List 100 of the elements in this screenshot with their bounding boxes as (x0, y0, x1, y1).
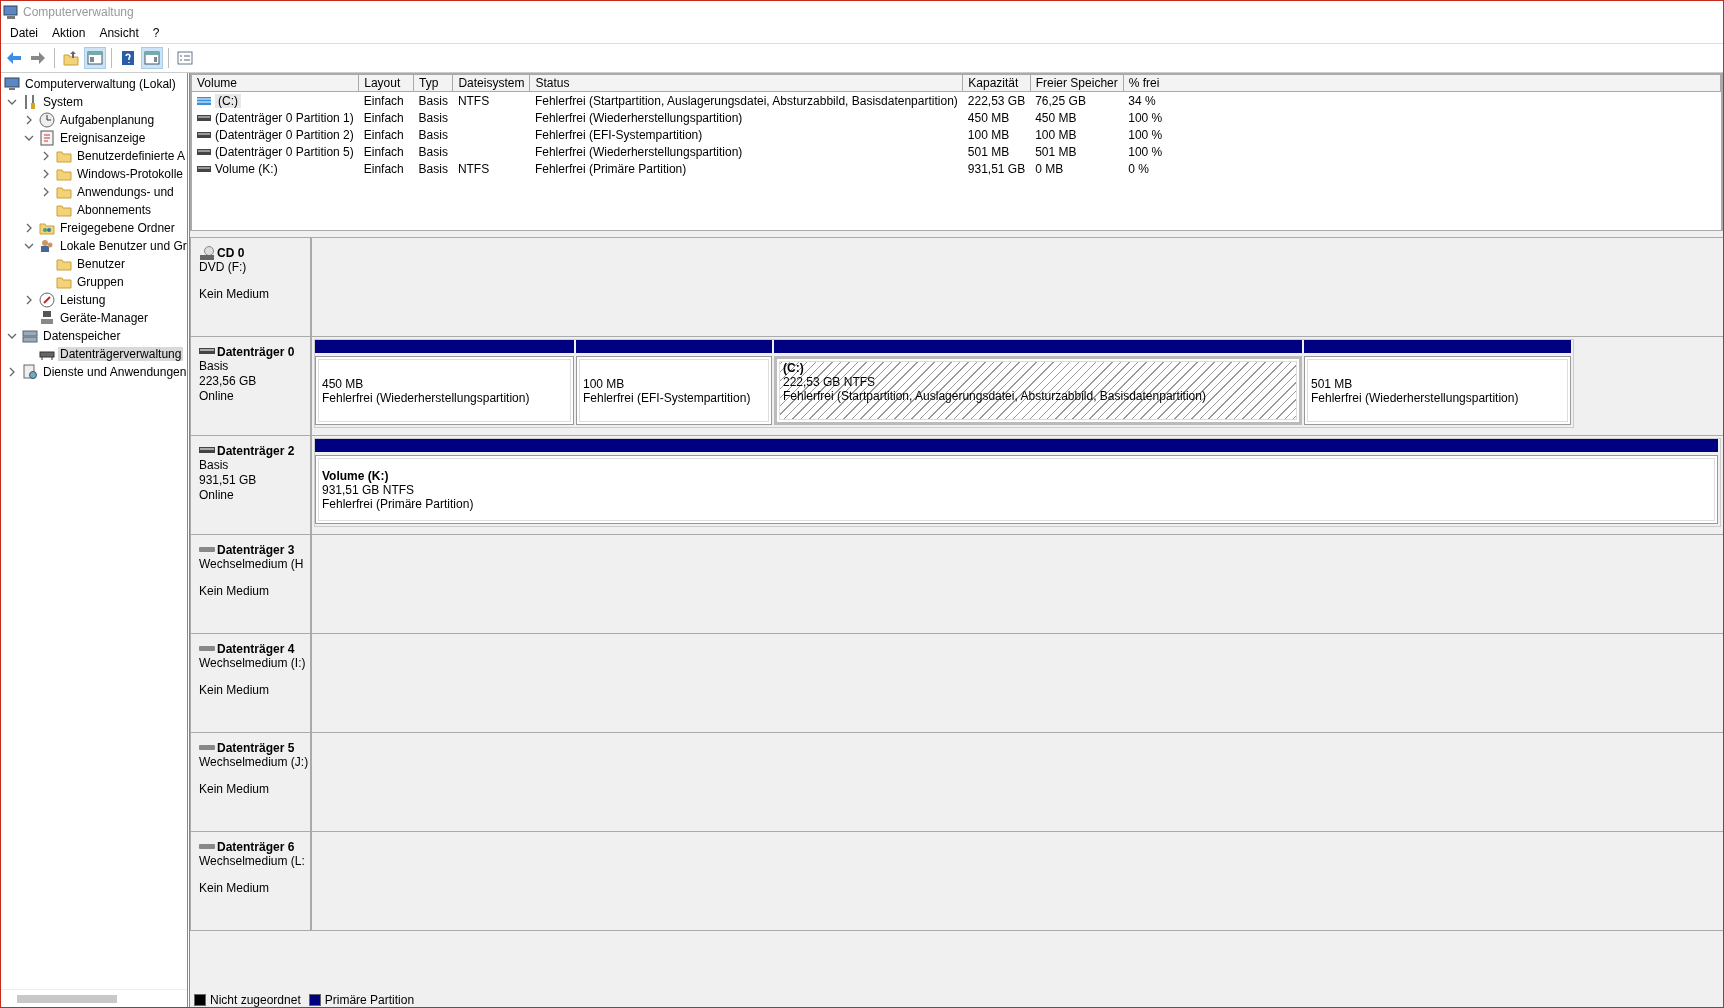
log-icon (39, 130, 55, 146)
disk-info: Wechselmedium (L: (199, 854, 306, 869)
disk-info: Wechselmedium (I:) (199, 656, 307, 671)
partition-status: Fehlerfrei (EFI-Systempartition) (583, 390, 752, 405)
folder-icon (56, 184, 72, 200)
partition-block[interactable]: (C:) 222,53 GB NTFS Fehlerfrei (Startpartition, Auslagerungsdatei, Absturzabbild, Basisdatenpartition) (774, 356, 1302, 425)
table-cell: 100 % (1128, 110, 1163, 125)
column-header[interactable]: Dateisystem (452, 75, 530, 92)
table-cell: Einfach (363, 144, 404, 159)
tree-item[interactable]: Ereignisanzeige (58, 131, 148, 145)
storage-icon (22, 328, 38, 344)
table-cell[interactable]: (Datenträger 0 Partition 2) (215, 127, 354, 142)
tree-item[interactable]: Windows-Protokolle (75, 167, 186, 181)
tree-item[interactable]: Benutzer (75, 257, 128, 271)
partition-label: (C:) (783, 361, 805, 375)
tree-item[interactable]: Datenträgerverwaltung (58, 347, 184, 361)
table-cell: 222,53 GB (967, 93, 1026, 108)
tree-item[interactable]: Aufgabenplanung (58, 113, 157, 127)
tree-item[interactable]: Freigegebene Ordner (58, 221, 177, 235)
disk-name: Datenträger 2 (217, 444, 295, 458)
tree-item[interactable]: Gruppen (75, 275, 126, 289)
table-cell: 34 % (1128, 93, 1156, 108)
drive-icon (199, 447, 215, 455)
partition-status: Fehlerfrei (Startpartition, Auslagerungsdatei, Absturzabbild, Basisdatenpartition) (783, 389, 1207, 403)
tree-item[interactable]: Benutzerdefinierte A (75, 149, 188, 163)
disk-info: 931,51 GB (199, 473, 258, 488)
table-cell: 450 MB (1035, 110, 1077, 125)
drive-icon (197, 131, 211, 138)
partition-size: 100 MB (583, 376, 626, 391)
forward-arrow-icon (30, 50, 46, 66)
column-header[interactable]: Kapazität (962, 75, 1031, 92)
table-cell[interactable]: (C:) (215, 93, 241, 108)
drive-icon (197, 148, 211, 155)
menu-item[interactable]: Datei (3, 26, 45, 40)
column-header[interactable]: Freier Speicher (1030, 75, 1124, 92)
disk-status: Kein Medium (199, 881, 271, 896)
tools-icon (22, 94, 38, 110)
disk-name: Datenträger 5 (217, 741, 295, 755)
table-cell: 501 MB (967, 144, 1010, 159)
disk-status: Kein Medium (199, 782, 271, 797)
action-pane-button[interactable] (141, 47, 163, 69)
partition-status: Fehlerfrei (Primäre Partition) (322, 496, 475, 511)
folder-up-icon (63, 50, 79, 66)
column-header[interactable]: Status (529, 75, 963, 92)
column-header[interactable]: Layout (358, 75, 414, 92)
drive-icon (199, 348, 215, 356)
clock-icon (39, 112, 55, 128)
partition-block[interactable]: Volume (K:) 931,51 GB NTFS Fehlerfrei (Primäre Partition) (315, 455, 1718, 524)
console-tree-button[interactable] (84, 47, 106, 69)
legend-label: Nicht zugeordnet (210, 993, 301, 1007)
services-icon (22, 364, 38, 380)
table-cell[interactable]: (Datenträger 0 Partition 1) (215, 110, 354, 125)
partition-block[interactable]: 501 MB Fehlerfrei (Wiederherstellungspartition) (1304, 356, 1571, 425)
table-cell[interactable]: Volume (K:) (215, 161, 278, 176)
tree-item[interactable]: Geräte-Manager (58, 311, 151, 325)
table-cell: NTFS (457, 161, 490, 176)
menu-item[interactable]: Aktion (45, 26, 93, 40)
disk-info: Online (199, 389, 235, 404)
table-cell: 501 MB (1035, 144, 1077, 159)
optical-drive-icon (199, 246, 215, 260)
table-cell: Einfach (363, 161, 404, 176)
table-cell[interactable]: (Datenträger 0 Partition 5) (215, 144, 354, 159)
table-cell: Basis (418, 144, 448, 159)
partition-block[interactable]: 450 MB Fehlerfrei (Wiederherstellungspartition) (315, 356, 574, 425)
table-cell: Fehlerfrei (Wiederherstellungspartition) (534, 144, 743, 159)
disk-info: Basis (199, 359, 230, 374)
disk-status: Kein Medium (199, 584, 271, 599)
tree-item[interactable]: Leistung (58, 293, 108, 307)
removable-drive-icon (199, 745, 215, 751)
table-cell: Fehlerfrei (Startpartition, Auslagerungsdatei, Absturzabbild, Basisdatenpartition) (534, 93, 958, 108)
partition-size: 501 MB (1311, 376, 1354, 391)
tree-item[interactable]: Dienste und Anwendungen (41, 365, 189, 379)
legend-label: Primäre Partition (324, 993, 415, 1007)
tree-item[interactable]: Abonnements (75, 203, 154, 217)
tree-item[interactable]: Datenspeicher (41, 329, 123, 343)
removable-drive-icon (199, 844, 215, 850)
action-pane-icon (144, 50, 160, 66)
table-cell: Basis (418, 110, 448, 125)
table-cell: 450 MB (967, 110, 1010, 125)
partition-block[interactable]: 100 MB Fehlerfrei (EFI-Systempartition) (576, 356, 772, 425)
column-header[interactable]: Typ (413, 75, 453, 92)
tree-item[interactable]: Computerverwaltung (Lokal) (23, 77, 178, 91)
console-tree-icon (87, 50, 103, 66)
menu-item[interactable]: Ansicht (92, 26, 146, 40)
partition-status: Fehlerfrei (Wiederherstellungspartition) (322, 390, 531, 405)
menu-item[interactable]: ? (145, 26, 167, 40)
table-cell: 100 MB (967, 127, 1010, 142)
disk-info: Wechselmedium (J:) (199, 755, 310, 770)
computer-icon (4, 76, 20, 92)
gauge-icon (39, 292, 55, 308)
tree-item[interactable]: Lokale Benutzer und Gr (58, 239, 189, 253)
app-icon (3, 4, 19, 20)
tree-item[interactable]: Anwendungs- und (75, 185, 176, 199)
drive-icon (197, 165, 211, 172)
tree-item[interactable]: System (41, 95, 85, 109)
column-header[interactable]: % frei (1123, 75, 1721, 92)
drive-icon (197, 114, 211, 121)
column-header[interactable]: Volume (192, 75, 359, 92)
users-icon (39, 238, 55, 254)
table-cell: Fehlerfrei (Wiederherstellungspartition) (534, 110, 743, 125)
